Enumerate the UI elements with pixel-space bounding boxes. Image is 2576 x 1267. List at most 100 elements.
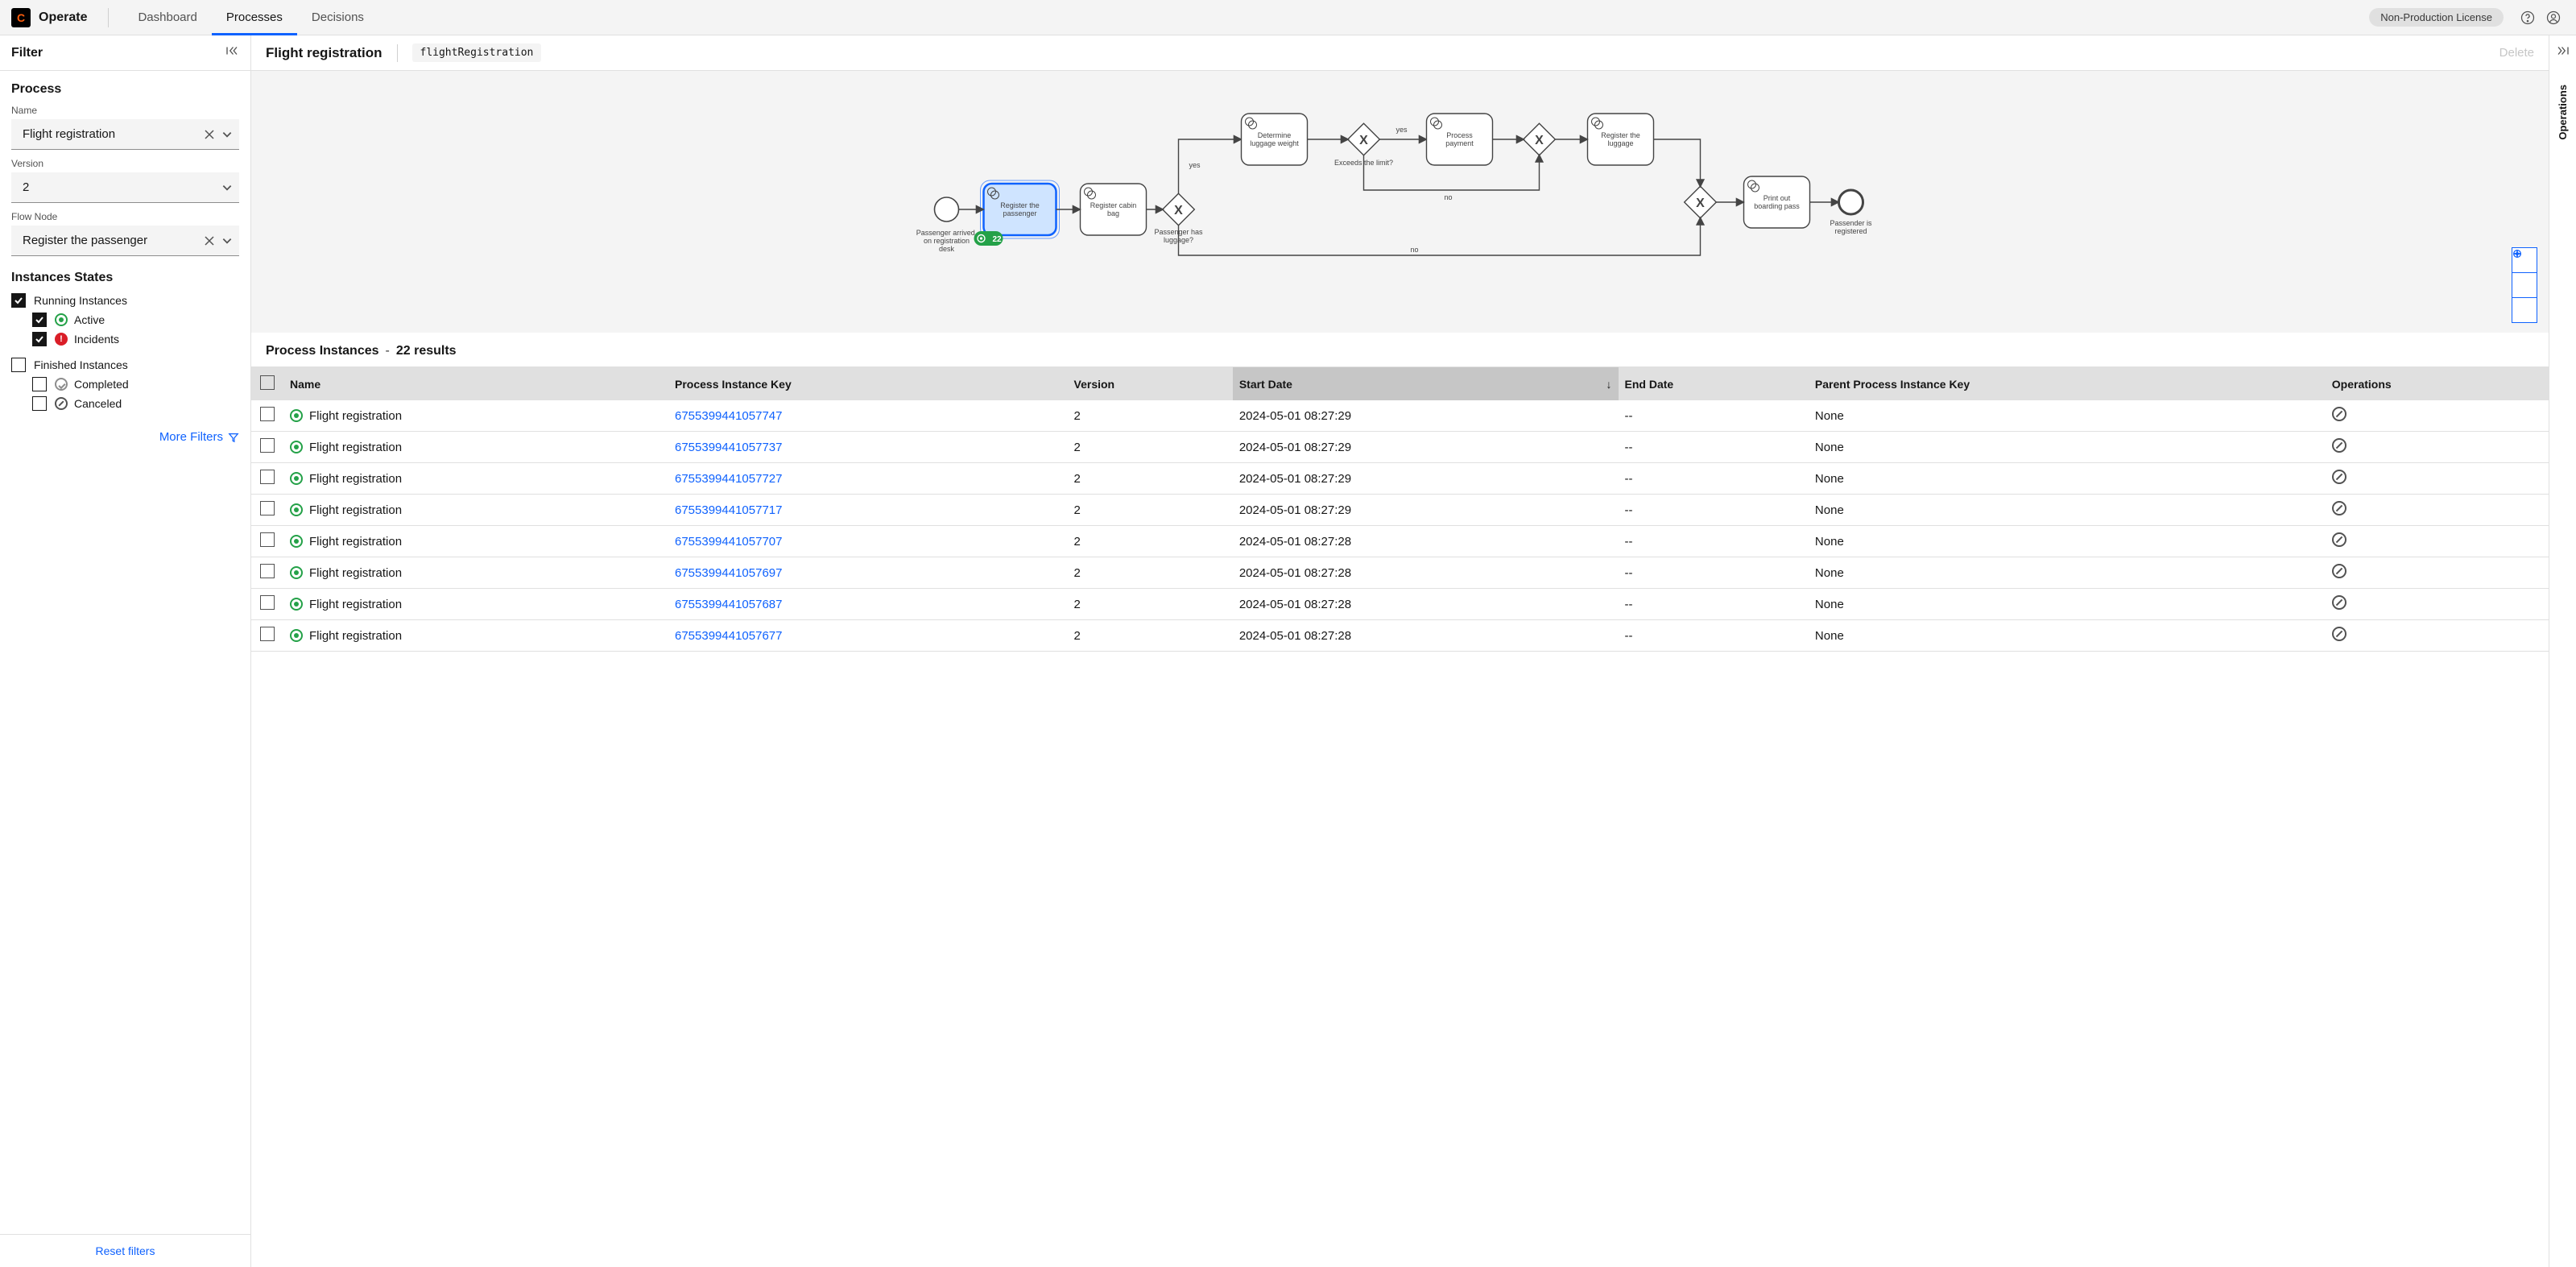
- instance-key-link[interactable]: 6755399441057677: [675, 629, 782, 643]
- row-parent: None: [1809, 432, 2326, 463]
- table-row: Flight registration675539944105769722024…: [251, 557, 2549, 589]
- row-checkbox[interactable]: [260, 627, 275, 641]
- flownode-select[interactable]: Register the passenger: [11, 226, 239, 256]
- row-checkbox[interactable]: [260, 501, 275, 515]
- version-select[interactable]: 2: [11, 172, 239, 203]
- running-checkbox[interactable]: [11, 293, 26, 308]
- clear-flownode-icon[interactable]: [201, 232, 218, 250]
- flownode-value: Register the passenger: [23, 234, 147, 247]
- row-checkbox[interactable]: [260, 438, 275, 453]
- col-end[interactable]: End Date: [1619, 367, 1809, 400]
- collapse-sidebar-icon[interactable]: [225, 43, 239, 62]
- instance-key-link[interactable]: 6755399441057737: [675, 441, 782, 454]
- cancel-instance-icon[interactable]: [2332, 532, 2347, 547]
- incident-status-icon: !: [55, 333, 68, 346]
- row-start: 2024-05-01 08:27:28: [1233, 589, 1619, 620]
- row-end: --: [1619, 463, 1809, 495]
- col-parent[interactable]: Parent Process Instance Key: [1809, 367, 2326, 400]
- expand-operations-icon[interactable]: [2556, 43, 2570, 60]
- instance-key-link[interactable]: 6755399441057697: [675, 566, 782, 580]
- running-label: Running Instances: [34, 294, 127, 307]
- active-status-icon: [290, 598, 303, 611]
- tab-processes[interactable]: Processes: [212, 0, 297, 35]
- operations-label: Operations: [2557, 85, 2569, 140]
- more-filters-button[interactable]: More Filters: [11, 430, 239, 444]
- table-row: Flight registration675539944105770722024…: [251, 526, 2549, 557]
- name-value: Flight registration: [23, 127, 115, 141]
- col-version[interactable]: Version: [1068, 367, 1233, 400]
- row-checkbox[interactable]: [260, 470, 275, 484]
- cancel-instance-icon[interactable]: [2332, 438, 2347, 453]
- user-icon[interactable]: [2541, 5, 2566, 31]
- clear-name-icon[interactable]: [201, 126, 218, 143]
- states-title: Instances States: [11, 271, 239, 285]
- row-start: 2024-05-01 08:27:29: [1233, 495, 1619, 526]
- canceled-checkbox[interactable]: [32, 396, 47, 411]
- completed-checkbox[interactable]: [32, 377, 47, 391]
- cancel-instance-icon[interactable]: [2332, 595, 2347, 610]
- cancel-instance-icon[interactable]: [2332, 407, 2347, 421]
- row-checkbox[interactable]: [260, 532, 275, 547]
- chevron-down-icon: [221, 235, 233, 246]
- instance-key-link[interactable]: 6755399441057687: [675, 598, 782, 611]
- flownode-label: Flow Node: [11, 211, 239, 222]
- cancel-instance-icon[interactable]: [2332, 564, 2347, 578]
- zoom-in-button[interactable]: [2512, 272, 2537, 298]
- row-end: --: [1619, 620, 1809, 652]
- more-filters-label: More Filters: [159, 430, 223, 444]
- finished-checkbox[interactable]: [11, 358, 26, 372]
- zoom-out-button[interactable]: [2512, 297, 2537, 323]
- col-key[interactable]: Process Instance Key: [668, 367, 1068, 400]
- reset-filters-link[interactable]: Reset filters: [96, 1244, 155, 1257]
- svg-text:no: no: [1445, 193, 1453, 201]
- cancel-instance-icon[interactable]: [2332, 470, 2347, 484]
- svg-text:no: no: [1411, 246, 1419, 254]
- instance-key-link[interactable]: 6755399441057747: [675, 409, 782, 423]
- chevron-down-icon: [221, 129, 233, 140]
- svg-text:X: X: [1174, 204, 1183, 217]
- col-ops[interactable]: Operations: [2326, 367, 2549, 400]
- row-checkbox[interactable]: [260, 564, 275, 578]
- operations-panel-collapsed: Operations: [2549, 35, 2576, 1267]
- sort-desc-icon: ↓: [1606, 378, 1612, 391]
- bpmn-diagram[interactable]: Passenger arrived on registrationdesk Re…: [251, 71, 2549, 333]
- cancel-instance-icon[interactable]: [2332, 627, 2347, 641]
- row-parent: None: [1809, 463, 2326, 495]
- help-icon[interactable]: [2515, 5, 2541, 31]
- row-end: --: [1619, 589, 1809, 620]
- active-label: Active: [74, 313, 105, 326]
- svg-text:Processpayment: Processpayment: [1445, 131, 1474, 147]
- row-parent: None: [1809, 589, 2326, 620]
- name-select[interactable]: Flight registration: [11, 119, 239, 150]
- version-label: Version: [11, 158, 239, 169]
- row-parent: None: [1809, 495, 2326, 526]
- tab-decisions[interactable]: Decisions: [297, 0, 378, 35]
- row-name: Flight registration: [309, 441, 402, 454]
- cancel-instance-icon[interactable]: [2332, 501, 2347, 515]
- row-name: Flight registration: [309, 472, 402, 486]
- instance-key-link[interactable]: 6755399441057727: [675, 472, 782, 486]
- delete-button[interactable]: Delete: [2500, 46, 2534, 60]
- col-name[interactable]: Name: [283, 367, 668, 400]
- row-start: 2024-05-01 08:27:28: [1233, 557, 1619, 589]
- row-checkbox[interactable]: [260, 595, 275, 610]
- row-version: 2: [1068, 495, 1233, 526]
- active-status-icon: [290, 535, 303, 548]
- row-checkbox[interactable]: [260, 407, 275, 421]
- incidents-checkbox[interactable]: [32, 332, 47, 346]
- process-section-title: Process: [11, 82, 239, 97]
- row-end: --: [1619, 432, 1809, 463]
- select-all-checkbox[interactable]: [260, 375, 275, 390]
- instances-header: Process Instances - 22 results: [251, 333, 2549, 366]
- version-value: 2: [23, 180, 29, 194]
- row-version: 2: [1068, 526, 1233, 557]
- row-parent: None: [1809, 620, 2326, 652]
- tab-dashboard[interactable]: Dashboard: [123, 0, 211, 35]
- col-start[interactable]: Start Date↓: [1233, 367, 1619, 400]
- instance-key-link[interactable]: 6755399441057707: [675, 535, 782, 549]
- license-pill: Non-Production License: [2369, 8, 2504, 27]
- active-checkbox[interactable]: [32, 313, 47, 327]
- instance-key-link[interactable]: 6755399441057717: [675, 503, 782, 517]
- row-name: Flight registration: [309, 598, 402, 611]
- svg-text:X: X: [1359, 134, 1368, 147]
